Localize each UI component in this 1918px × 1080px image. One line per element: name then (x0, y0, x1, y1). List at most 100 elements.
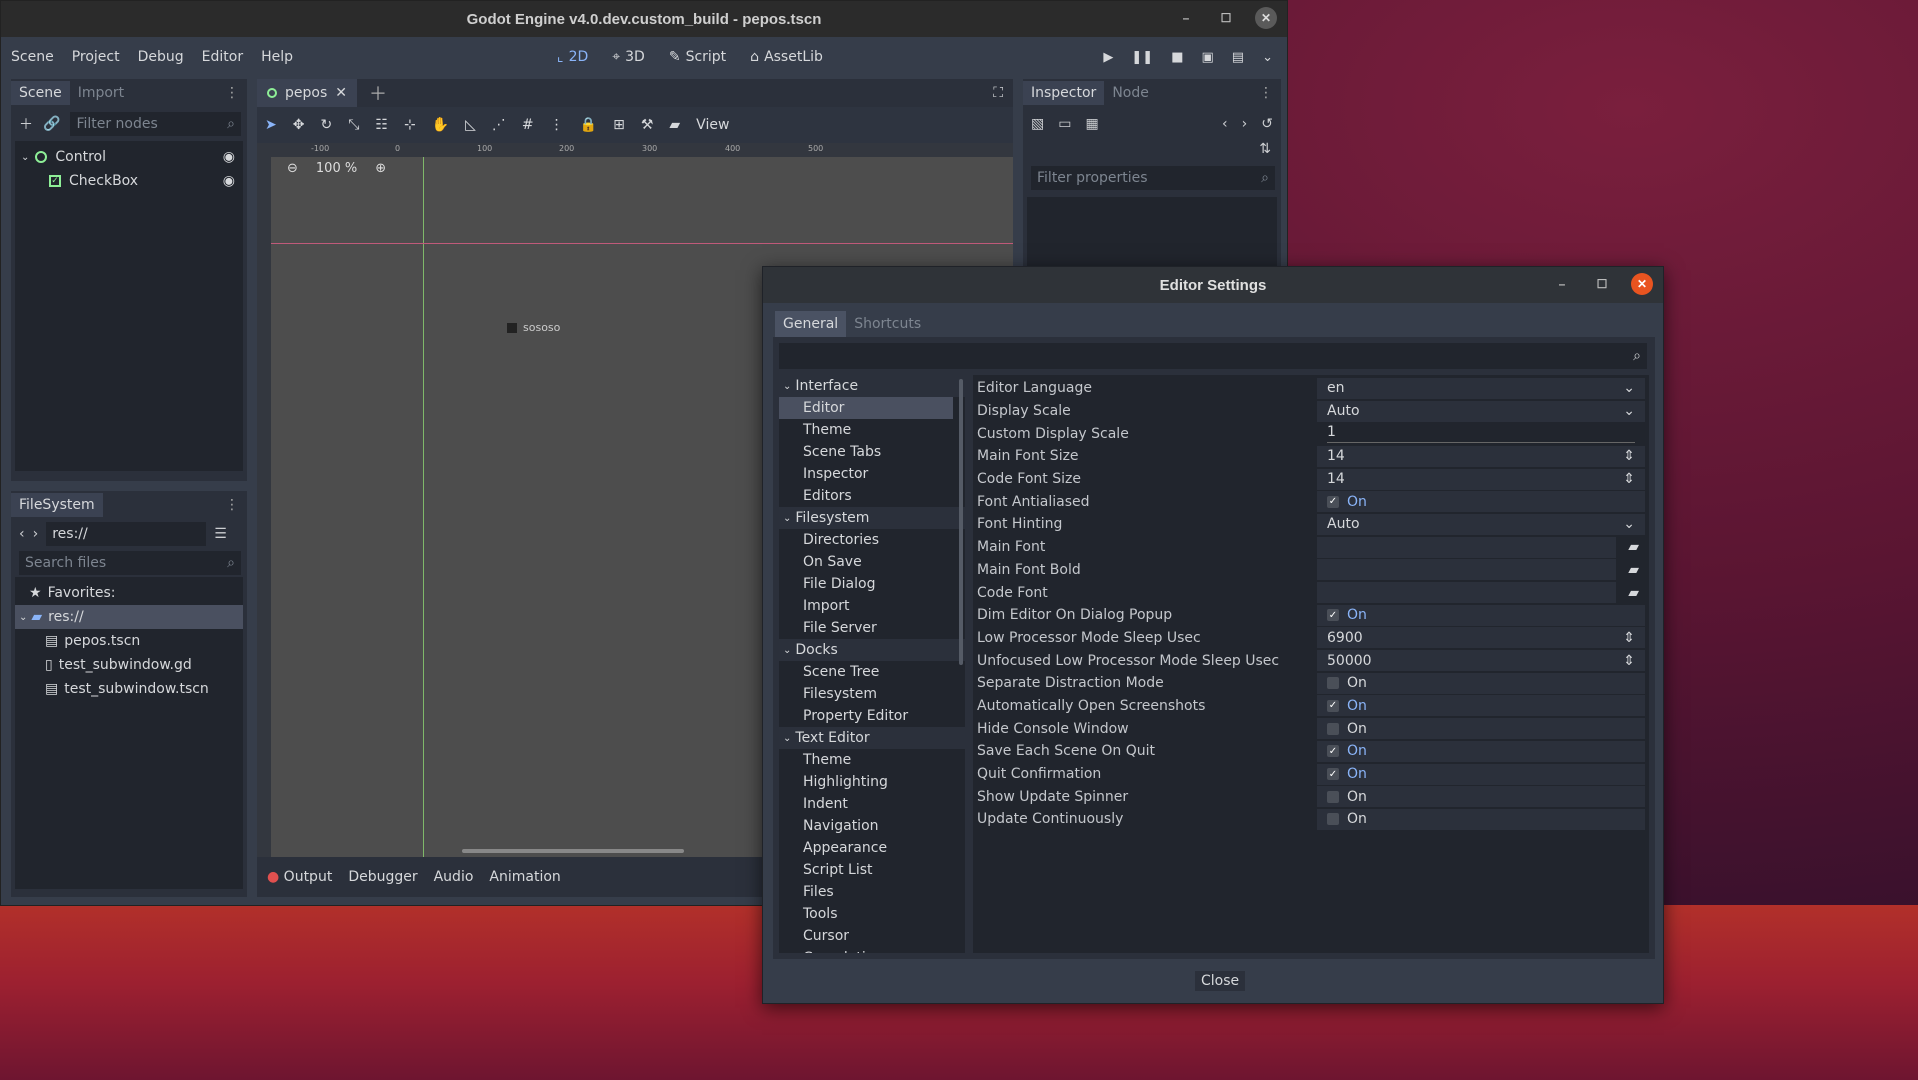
bone-icon[interactable]: ⚒ (641, 117, 654, 133)
play-scene-icon[interactable]: ▣ (1202, 50, 1214, 65)
category-item[interactable]: Cursor (779, 925, 965, 947)
tree-node-control[interactable]: ⌄ Control ◉ (15, 145, 243, 169)
property-checkbox[interactable]: On (1317, 808, 1645, 830)
zoom-level[interactable]: 100 % (316, 161, 357, 176)
property-checkbox[interactable]: ✓ On (1317, 763, 1645, 785)
property-file-picker[interactable]: ▰ (1317, 582, 1645, 604)
history-icon[interactable]: ↺ (1261, 116, 1273, 132)
property-dropdown[interactable]: Auto ⌄ (1317, 513, 1645, 535)
close-button[interactable]: Close (1195, 971, 1246, 991)
open-folder-icon[interactable]: ▭ (1058, 116, 1071, 132)
stop-icon[interactable]: ■ (1171, 50, 1183, 65)
save-icon[interactable]: ▦ (1085, 116, 1098, 132)
category-section[interactable]: ⌄ Filesystem (779, 507, 965, 529)
visibility-eye-icon[interactable]: ◉ (223, 149, 235, 165)
category-section[interactable]: ⌄ Docks (779, 639, 965, 661)
add-node-icon[interactable]: ＋ (19, 114, 33, 134)
property-checkbox[interactable]: On (1317, 718, 1645, 740)
menu-scene[interactable]: Scene (11, 49, 54, 65)
lock-icon[interactable]: 🔒 (580, 117, 597, 133)
horizontal-scrollbar[interactable] (462, 849, 684, 853)
menu-editor[interactable]: Editor (202, 49, 243, 65)
category-item[interactable]: Editor (779, 397, 953, 419)
search-files-input[interactable]: Search files ⌕ (19, 551, 241, 575)
property-dropdown[interactable]: en ⌄ (1317, 377, 1645, 399)
category-section[interactable]: ⌄ Interface (779, 375, 965, 397)
tab-import[interactable]: Import (70, 81, 132, 105)
tab-animation[interactable]: Animation (489, 869, 560, 885)
pause-icon[interactable]: ❚❚ (1131, 50, 1153, 65)
property-dropdown[interactable]: Auto ⌄ (1317, 400, 1645, 422)
tab-inspector[interactable]: Inspector (1023, 81, 1105, 105)
category-item[interactable]: Appearance (779, 837, 965, 859)
tab-output[interactable]: ● Output (267, 869, 332, 885)
menu-help[interactable]: Help (261, 49, 293, 65)
link-icon[interactable]: 🔗 (43, 116, 60, 132)
property-slider[interactable]: 1 (1317, 423, 1645, 444)
category-scrollbar[interactable] (959, 379, 963, 665)
tab-scene[interactable]: Scene (11, 81, 70, 105)
category-item[interactable]: Navigation (779, 815, 965, 837)
folder-icon[interactable]: ▰ (1622, 539, 1645, 555)
file-path-field[interactable] (1317, 582, 1617, 604)
chevron-down-icon[interactable]: ⌄ (1262, 50, 1273, 65)
category-item[interactable]: Import (779, 595, 965, 617)
maximize-icon[interactable]: ☐ (1591, 273, 1613, 295)
filter-nodes-input[interactable]: Filter nodes ⌕ (70, 112, 241, 136)
category-item[interactable]: Directories (779, 529, 965, 551)
close-icon[interactable]: ✕ (335, 85, 347, 101)
property-checkbox[interactable]: On (1317, 672, 1645, 694)
zoom-out-icon[interactable]: ⊖ (287, 161, 298, 176)
path-input[interactable]: res:// (46, 522, 207, 546)
folder-res-row[interactable]: ⌄ ▰ res:// (15, 605, 243, 629)
tab-filesystem[interactable]: FileSystem (11, 493, 103, 517)
property-spinbox[interactable]: 50000 ⇕ (1317, 650, 1645, 672)
move-tool-icon[interactable]: ✥ (293, 117, 305, 133)
file-row[interactable]: ▯ test_subwindow.gd (15, 653, 243, 677)
play-icon[interactable]: ▶ (1103, 50, 1113, 65)
pivot-tool-icon[interactable]: ⊹ (404, 117, 416, 133)
kebab-menu-icon[interactable]: ⋮ (550, 117, 564, 133)
category-item[interactable]: Highlighting (779, 771, 965, 793)
property-checkbox[interactable]: ✓ On (1317, 695, 1645, 717)
maximize-icon[interactable]: ☐ (1215, 7, 1237, 29)
smart-snap-icon[interactable]: ⋰ (492, 117, 506, 133)
forward-icon[interactable]: › (1242, 116, 1248, 132)
file-path-field[interactable] (1317, 559, 1617, 581)
list-select-icon[interactable]: ☷ (375, 117, 388, 133)
category-item[interactable]: Scene Tabs (779, 441, 965, 463)
workspace-script[interactable]: ✎ Script (669, 49, 726, 65)
property-spinbox[interactable]: 6900 ⇕ (1317, 627, 1645, 649)
property-spinbox[interactable]: 14 ⇕ (1317, 468, 1645, 490)
menu-project[interactable]: Project (72, 49, 120, 65)
category-item[interactable]: File Server (779, 617, 965, 639)
close-icon[interactable]: ✕ (1631, 273, 1653, 295)
view-menu[interactable]: View (696, 117, 729, 133)
rotate-tool-icon[interactable]: ↻ (320, 117, 332, 133)
folder-icon[interactable]: ▰ (1622, 585, 1645, 601)
category-item[interactable]: Inspector (779, 463, 965, 485)
add-tab-icon[interactable]: ＋ (369, 80, 387, 106)
split-view-icon[interactable]: ☰ (214, 526, 227, 542)
object-properties-icon[interactable]: ⇅ (1259, 141, 1271, 163)
category-item[interactable]: Completion (779, 947, 965, 953)
tab-general[interactable]: General (775, 311, 847, 337)
tab-audio[interactable]: Audio (434, 869, 474, 885)
category-item[interactable]: Files (779, 881, 965, 903)
category-item[interactable]: Scene Tree (779, 661, 965, 683)
minimize-icon[interactable]: – (1551, 273, 1573, 295)
pan-tool-icon[interactable]: ✋ (432, 117, 449, 133)
workspace-3d[interactable]: ⌖ 3D (612, 49, 645, 65)
category-item[interactable]: File Dialog (779, 573, 965, 595)
category-item[interactable]: Theme (779, 419, 965, 441)
category-item[interactable]: Editors (779, 485, 965, 507)
back-icon[interactable]: ‹ (1222, 116, 1228, 132)
property-spinbox[interactable]: 14 ⇕ (1317, 445, 1645, 467)
filter-properties-input[interactable]: Filter properties ⌕ (1031, 166, 1275, 190)
group-icon[interactable]: ⊞ (613, 117, 625, 133)
visibility-eye-icon[interactable]: ◉ (223, 173, 235, 189)
tree-node-checkbox[interactable]: ✓ CheckBox ◉ (15, 169, 243, 193)
minimize-icon[interactable]: – (1175, 7, 1197, 29)
select-tool-icon[interactable]: ➤ (265, 117, 277, 133)
zoom-in-icon[interactable]: ⊕ (375, 161, 386, 176)
